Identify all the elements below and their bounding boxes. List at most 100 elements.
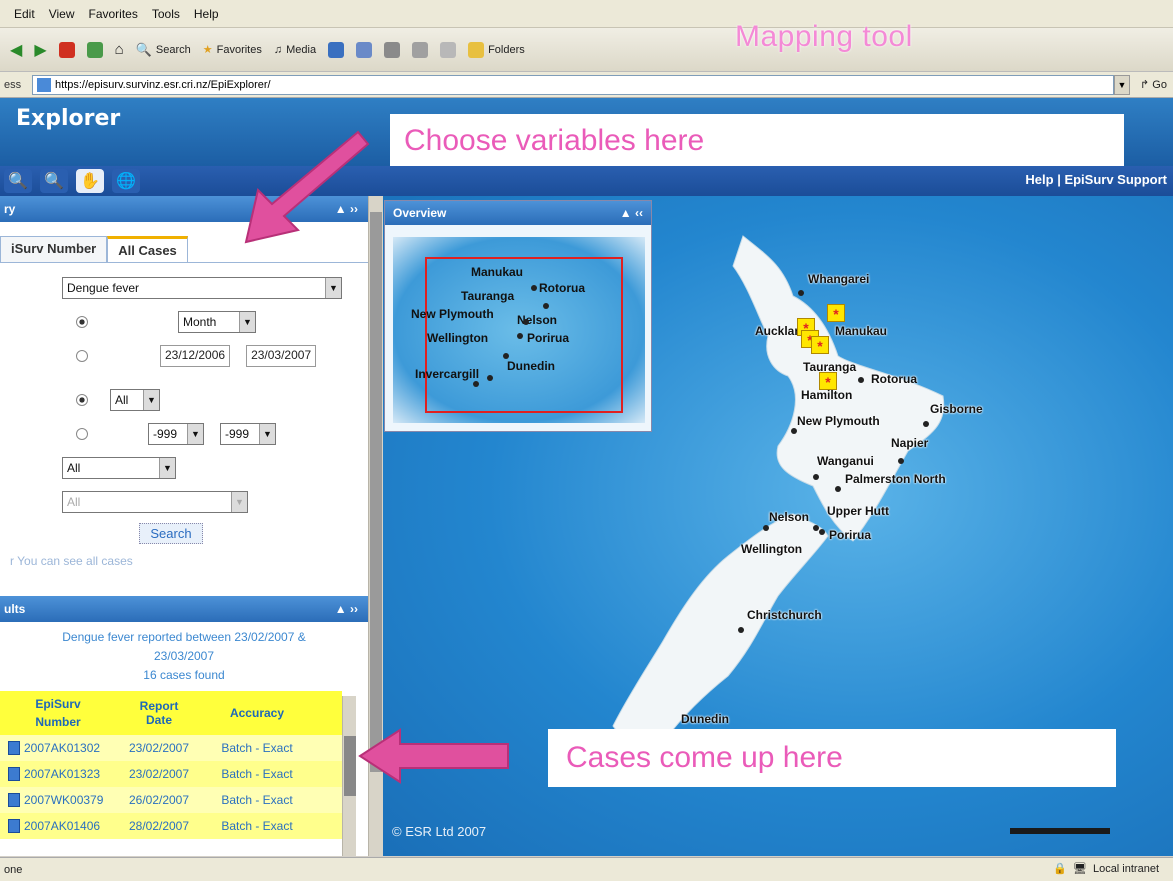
go-button[interactable]: ↱ Go bbox=[1140, 78, 1167, 91]
refresh-button[interactable] bbox=[86, 41, 103, 58]
mail-icon bbox=[356, 41, 373, 58]
back-arrow-icon: ◀ bbox=[10, 41, 23, 59]
print-icon bbox=[384, 41, 401, 58]
radio-between-dates[interactable] bbox=[76, 350, 88, 362]
results-panel-title: ults bbox=[4, 602, 26, 616]
date-to-input[interactable]: 23/03/2007 bbox=[246, 345, 317, 367]
security-zone: 🔒 🖥 Local intranet bbox=[1053, 862, 1159, 876]
collapse-expand-icon[interactable]: ▲ ›› bbox=[335, 602, 358, 616]
stop-icon bbox=[58, 41, 75, 58]
search-icon: 🔍 bbox=[135, 41, 152, 57]
table-body: 2007AK01302 23/02/2007 Batch - Exact 2007A… bbox=[0, 735, 342, 839]
results-table: EpiSurv Number Report Date Accuracy 2007AK… bbox=[0, 691, 342, 839]
search-button[interactable]: 🔍 Search bbox=[136, 42, 191, 58]
refresh-icon bbox=[86, 41, 103, 58]
chevron-down-icon: ▼ bbox=[239, 312, 255, 332]
document-icon[interactable] bbox=[8, 741, 20, 755]
scroll-thumb[interactable] bbox=[370, 212, 382, 772]
status-bar: one 🔒 🖥 Local intranet bbox=[0, 857, 1173, 881]
query-panel: ry ▲ ›› iSurv Number All Cases Dengue fe… bbox=[0, 196, 368, 586]
zoom-out-tool[interactable]: 🔍 bbox=[40, 169, 68, 193]
map-label-palmerston-north: Palmerston North bbox=[845, 472, 946, 486]
filter-select-2[interactable]: All ▼ bbox=[62, 491, 248, 513]
media-button[interactable]: ♫ Media bbox=[274, 44, 316, 56]
date-from-input[interactable]: 23/12/2006 bbox=[160, 345, 231, 367]
globe-icon: 🌐 bbox=[116, 173, 136, 190]
address-input[interactable]: https://episurv.survinz.esr.cri.nz/EpiEx… bbox=[32, 74, 1114, 95]
disease-select[interactable]: Dengue fever ▼ bbox=[62, 277, 342, 299]
map-label-gisborne: Gisborne bbox=[930, 402, 983, 416]
help-links[interactable]: Help | EpiSurv Support bbox=[1025, 172, 1167, 187]
age-select[interactable]: All ▼ bbox=[110, 389, 160, 411]
case-marker[interactable]: * bbox=[811, 336, 829, 354]
search-button[interactable]: Search bbox=[139, 523, 203, 544]
folders-button[interactable]: Folders bbox=[468, 41, 525, 58]
scroll-thumb[interactable] bbox=[344, 736, 356, 796]
left-pane: ry ▲ ›› iSurv Number All Cases Dengue fe… bbox=[0, 196, 368, 856]
overview-label-manukau: Manukau bbox=[471, 265, 524, 279]
age-from-select[interactable]: -999 ▼ bbox=[148, 423, 204, 445]
document-icon[interactable] bbox=[8, 793, 20, 807]
hand-icon: ✋ bbox=[80, 173, 100, 190]
browser-toolbar: ◀ ▶ ⌂ 🔍 Search ★ Favorites ♫ Media Folders bbox=[0, 28, 1173, 72]
discuss-button[interactable] bbox=[440, 41, 457, 58]
menu-view[interactable]: View bbox=[49, 7, 75, 21]
radio-period[interactable] bbox=[76, 316, 88, 328]
table-row[interactable]: 2007AK01406 28/02/2007 Batch - Exact bbox=[0, 813, 342, 839]
overview-label-rotorua: Rotorua bbox=[539, 281, 585, 295]
status-text: one bbox=[4, 863, 23, 876]
print-button[interactable] bbox=[384, 41, 401, 58]
document-icon[interactable] bbox=[8, 819, 20, 833]
overview-header: Overview ▲ ‹‹ bbox=[385, 201, 651, 225]
map-label-manukau: Manukau bbox=[835, 324, 888, 338]
document-icon[interactable] bbox=[8, 767, 20, 781]
table-row[interactable]: 2007WK00379 26/02/2007 Batch - Exact bbox=[0, 787, 342, 813]
zone-label: Local intranet bbox=[1092, 862, 1159, 875]
menu-help[interactable]: Help bbox=[194, 7, 219, 21]
pan-tool[interactable]: ✋ bbox=[76, 169, 104, 193]
case-marker[interactable]: * bbox=[827, 304, 845, 322]
folder-icon bbox=[468, 41, 485, 58]
full-extent-tool[interactable]: 🌐 bbox=[112, 169, 140, 193]
table-row[interactable]: 2007AK01323 23/02/2007 Batch - Exact bbox=[0, 761, 342, 787]
filter-select-1[interactable]: All ▼ bbox=[62, 457, 176, 479]
collapse-expand-icon[interactable]: ▲ ‹‹ bbox=[620, 206, 643, 220]
tab-all-cases[interactable]: All Cases bbox=[107, 236, 188, 262]
address-dropdown-button[interactable]: ▼ bbox=[1114, 74, 1130, 95]
map-label-wanganui: Wanganui bbox=[817, 454, 874, 468]
results-scrollbar[interactable] bbox=[342, 696, 356, 856]
menu-edit[interactable]: Edit bbox=[14, 7, 35, 21]
results-panel-header: ults ▲ ›› bbox=[0, 596, 368, 622]
radio-age-between[interactable] bbox=[76, 428, 88, 440]
menu-tools[interactable]: Tools bbox=[152, 7, 180, 21]
zoom-in-tool[interactable]: 🔍 bbox=[4, 169, 32, 193]
edit-button[interactable] bbox=[412, 41, 429, 58]
home-button[interactable]: ⌂ bbox=[115, 41, 124, 58]
address-bar: ess https://episurv.survinz.esr.cri.nz/E… bbox=[0, 72, 1173, 98]
map-label-christchurch: Christchurch bbox=[747, 608, 822, 622]
case-marker[interactable]: * bbox=[819, 372, 837, 390]
table-header: EpiSurv Number Report Date Accuracy bbox=[0, 691, 342, 735]
radio-age-all[interactable] bbox=[76, 394, 88, 406]
favorites-button[interactable]: ★ Favorites bbox=[203, 43, 262, 57]
forward-arrow-icon: ▶ bbox=[34, 41, 47, 59]
overview-label-tauranga: Tauranga bbox=[461, 289, 515, 303]
mapping-tool-note: Mapping tool bbox=[735, 20, 913, 53]
period-select[interactable]: Month ▼ bbox=[178, 311, 256, 333]
history-button[interactable] bbox=[328, 41, 345, 58]
age-to-select[interactable]: -999 ▼ bbox=[220, 423, 276, 445]
mail-button[interactable] bbox=[356, 41, 373, 58]
stop-button[interactable] bbox=[58, 41, 75, 58]
overview-label-wellington: Wellington bbox=[427, 331, 489, 345]
menu-favorites[interactable]: Favorites bbox=[88, 7, 137, 21]
map-label-napier: Napier bbox=[891, 436, 929, 450]
chevron-down-icon: ▼ bbox=[159, 458, 175, 478]
map-scale-bar bbox=[1010, 828, 1110, 834]
tab-episurv-number[interactable]: iSurv Number bbox=[0, 236, 108, 262]
forward-button[interactable]: ▶ bbox=[34, 40, 46, 60]
table-row[interactable]: 2007AK01302 23/02/2007 Batch - Exact bbox=[0, 735, 342, 761]
cases-note: Cases come up here bbox=[548, 729, 1116, 787]
back-button[interactable]: ◀ bbox=[10, 40, 22, 60]
overview-map[interactable]: Manukau Rotorua Tauranga New Plymouth Ne… bbox=[393, 237, 645, 423]
map-copyright: © ESR Ltd 2007 bbox=[392, 824, 487, 839]
